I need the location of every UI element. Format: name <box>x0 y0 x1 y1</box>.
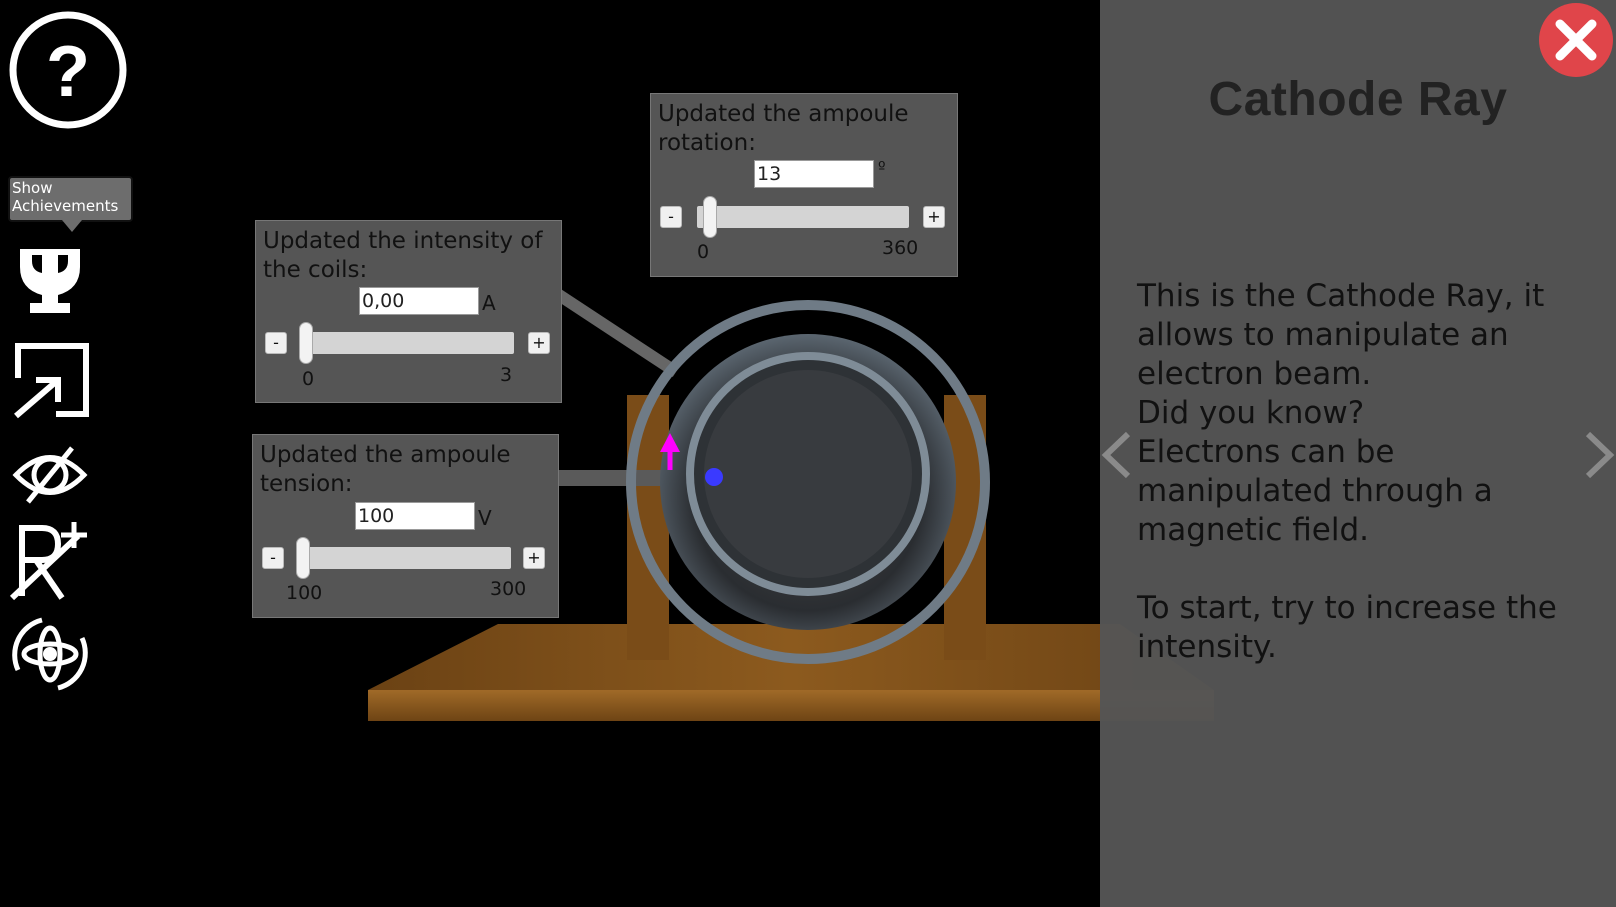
intensity-slider[interactable] <box>302 332 514 354</box>
intensity-min-label: 0 <box>302 368 315 390</box>
intensity-decrease-button[interactable]: - <box>265 332 287 354</box>
achievements-tooltip: Show Achievements <box>8 176 133 232</box>
intensity-title: Updated the intensity of the coils: <box>263 228 543 283</box>
add-component-button[interactable] <box>8 518 92 603</box>
help-icon: ? <box>9 11 127 129</box>
rotation-decrease-button[interactable]: - <box>660 206 682 228</box>
simulation-scene: ? Show Achievements Updated the ampoule … <box>0 0 1616 907</box>
close-button[interactable] <box>1536 0 1616 80</box>
intensity-increase-button[interactable]: + <box>528 332 550 354</box>
expand-button[interactable] <box>8 340 92 420</box>
hide-eye-icon <box>12 446 88 504</box>
prev-page-button[interactable] <box>1098 430 1134 480</box>
trophy-icon <box>20 249 80 313</box>
tension-min-label: 100 <box>286 582 323 604</box>
add-resistor-icon <box>9 522 87 601</box>
svg-text:?: ? <box>46 32 90 112</box>
tension-input[interactable] <box>355 502 475 530</box>
toggle-visibility-button[interactable] <box>8 440 92 510</box>
tension-decrease-button[interactable]: - <box>262 547 284 569</box>
close-icon <box>1539 3 1613 77</box>
achievements-button[interactable] <box>8 245 92 317</box>
rotate-view-button[interactable] <box>8 612 92 696</box>
rotation-min-label: 0 <box>697 241 710 263</box>
tension-increase-button[interactable]: + <box>523 547 545 569</box>
rotation-input[interactable] <box>754 160 874 188</box>
rotation-unit: º <box>878 158 886 177</box>
info-title: Cathode Ray <box>1208 73 1508 126</box>
info-body: This is the Cathode Ray, it allows to ma… <box>1137 278 1557 665</box>
rotation-increase-button[interactable]: + <box>923 206 945 228</box>
rotation-panel: Updated the ampoule rotation: º - + 0 36… <box>650 93 958 277</box>
intensity-slider-handle[interactable] <box>299 322 313 364</box>
rotation-slider[interactable] <box>697 206 909 228</box>
tension-title: Updated the ampoule tension: <box>260 442 511 497</box>
tension-slider[interactable] <box>299 547 511 569</box>
intensity-max-label: 3 <box>500 364 513 386</box>
tension-slider-handle[interactable] <box>296 537 310 579</box>
intensity-unit: A <box>482 291 496 315</box>
rotation-max-label: 360 <box>882 237 919 259</box>
intensity-panel: Updated the intensity of the coils: A - … <box>255 220 562 403</box>
expand-icon <box>14 343 89 419</box>
chevron-right-icon <box>1585 431 1615 479</box>
help-button[interactable]: ? <box>8 10 128 130</box>
next-page-button[interactable] <box>1582 430 1616 480</box>
tension-unit: V <box>478 506 492 530</box>
chevron-left-icon <box>1101 431 1131 479</box>
tension-max-label: 300 <box>490 578 527 600</box>
rotate-view-icon <box>12 617 88 691</box>
rotation-slider-handle[interactable] <box>703 196 717 238</box>
rotation-title: Updated the ampoule rotation: <box>658 101 909 156</box>
tension-panel: Updated the ampoule tension: V - + 100 3… <box>252 434 559 618</box>
intensity-input[interactable] <box>359 287 479 315</box>
info-panel: Cathode Ray This is the Cathode Ray, it … <box>1100 0 1616 907</box>
